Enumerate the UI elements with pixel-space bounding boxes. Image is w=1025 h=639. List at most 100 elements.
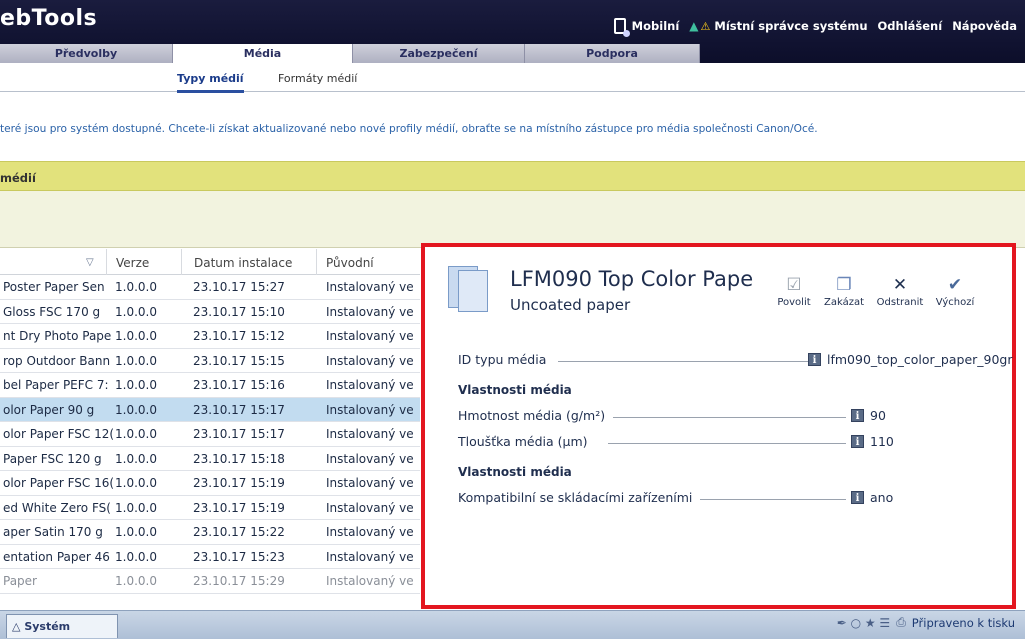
cell-origin: Instalovaný ve [326,451,414,466]
thickness-label: Tloušťka média (µm) [458,434,596,449]
cell-name: Paper [3,574,37,588]
cell-name: ed White Zero FS( [3,500,111,515]
col-divider [316,249,317,275]
sort-icon[interactable]: ▽ [86,257,94,268]
info-icon[interactable]: i [851,409,864,422]
pages-icon: ❐ [836,275,852,295]
cell-date: 23.10.17 15:29 [193,574,285,588]
top-links: Mobilní ▲ ⚠ Místní správce systému Odhlá… [604,18,1017,37]
status-icons: ✒ ○ ★ ☰ [836,615,891,630]
cell-name: nt Dry Photo Pape [3,329,112,343]
cell-origin: Instalovaný ve [326,549,414,564]
warning-icon: ⚠ [700,19,711,33]
folder-value-wrap: i ano [851,490,893,505]
cell-date: 23.10.17 15:19 [193,476,285,490]
logout-label: Odhlášení [877,19,943,33]
admin-link[interactable]: ▲ ⚠ Místní správce systému [689,19,867,33]
triangle-up-icon: △ [12,620,21,633]
cell-origin: Instalovaný ve [326,280,414,294]
mobile-link[interactable]: Mobilní [613,18,679,37]
cell-version: 1.0.0.0 [115,304,157,319]
media-title: LFM090 Top Color Pape [510,267,754,291]
table-row[interactable]: nt Dry Photo Pape 1.0.0.0 23.10.17 15:12 In… [0,324,420,349]
tab-security[interactable]: Zabezpečení [353,44,525,63]
tab-preferences[interactable]: Předvolby [0,44,173,63]
cell-version: 1.0.0.0 [115,549,157,564]
printer-status: ✒ ○ ★ ☰ ⎙ Připraveno k tisku [837,615,1015,630]
section-body [0,191,1025,248]
info-icon[interactable]: i [851,491,864,504]
media-detail-panel: LFM090 Top Color Pape Uncoated paper ☑ P… [421,243,1016,609]
cell-origin: Instalovaný ve [326,525,414,539]
folder-value: ano [870,490,894,505]
table-row[interactable]: Gloss FSC 170 g 1.0.0.0 23.10.17 15:10 Inst… [0,300,420,324]
mobile-icon [613,18,630,37]
disable-button[interactable]: ❐ Zakázat [814,273,874,308]
cell-version: 1.0.0.0 [115,329,157,343]
table-row[interactable]: Poster Paper Sen 1.0.0.0 23.10.17 15:27 Ins… [0,275,420,300]
cell-date: 23.10.17 15:12 [193,329,285,343]
table-header: ▽ Verze Datum instalace Původní [0,249,420,275]
main-tabs: Předvolby Média Zabezpečení Podpora [0,44,700,63]
status-bar: △ Systém ✒ ○ ★ ☰ ⎙ Připraveno k tisku [0,610,1025,639]
default-button[interactable]: ✔ Výchozí [925,273,985,308]
media-id-row: ID typu média i lfm090_top_color_paper_9… [458,352,1013,370]
app-brand: ebTools [0,6,98,31]
folder-label: Kompatibilní se skládacími zařízeními [458,490,701,505]
table-row[interactable]: aper Satin 170 g 1.0.0.0 23.10.17 15:22 Ins… [0,520,420,545]
printer-icon: ⎙ [896,615,906,629]
cell-date: 23.10.17 15:17 [193,402,285,417]
remove-label: Odstranit [876,297,924,308]
table-row[interactable]: entation Paper 46 1.0.0.0 23.10.17 15:23 In… [0,545,420,569]
table-row[interactable]: olor Paper FSC 12(1.0.0.0 23.10.17 15:17 I… [0,422,420,447]
table-row[interactable]: olor Paper FSC 16(1.0.0.0 23.10.17 15:19 I… [0,471,420,496]
paper-icon [448,266,492,312]
tab-media[interactable]: Média [173,44,353,63]
cell-version: 1.0.0.0 [115,500,157,515]
subtab-media-types[interactable]: Typy médií [177,72,244,93]
cell-date: 23.10.17 15:22 [193,525,285,539]
remove-button[interactable]: ✕ Odstranit [870,273,930,308]
table-row[interactable]: Paper FSC 120 g 1.0.0.0 23.10.17 15:18 Inst… [0,447,420,471]
table-row[interactable]: ed White Zero FS(1.0.0.0 23.10.17 15:19 In… [0,496,420,520]
weight-value-wrap: i 90 [851,408,886,423]
info-icon[interactable]: i [851,435,864,448]
section-properties-1: Vlastnosti média [458,383,572,397]
system-tab-label: Systém [24,620,71,633]
info-icon[interactable]: i [808,353,821,366]
header-date[interactable]: Datum instalace [194,256,292,270]
cell-date: 23.10.17 15:27 [193,280,285,294]
weight-label: Hmotnost média (g/m²) [458,408,614,423]
cell-date: 23.10.17 15:17 [193,427,285,441]
table-row[interactable]: Paper 1.0.0.0 23.10.17 15:29 Instalovaný ve [0,569,420,594]
cell-version: 1.0.0.0 [115,574,157,588]
cell-version: 1.0.0.0 [115,476,157,490]
cell-name: olor Paper FSC 12( [3,427,113,441]
default-check-icon: ✔ [947,275,963,295]
cell-name: Paper FSC 120 g [3,451,102,466]
subtab-media-formats[interactable]: Formáty médií [278,72,357,85]
help-link[interactable]: Nápověda [952,19,1017,33]
table-row[interactable]: bel Paper PEFC 7: 1.0.0.0 23.10.17 15:16 In… [0,373,420,398]
cell-date: 23.10.17 15:10 [193,304,285,319]
table-row-selected[interactable]: olor Paper 90 g 1.0.0.0 23.10.17 15:17 Inst… [0,397,420,422]
col-divider [181,249,182,275]
user-icon: ▲ [689,19,699,33]
cell-origin: Instalovaný ve [326,353,414,368]
cell-origin: Instalovaný ve [326,500,414,515]
logout-link[interactable]: Odhlášení [878,19,943,33]
section-title: médií [0,161,1025,191]
col-divider [106,249,107,275]
cell-origin: Instalovaný ve [326,574,414,588]
cell-date: 23.10.17 15:15 [193,353,285,368]
cell-version: 1.0.0.0 [115,378,157,392]
thickness-value-wrap: i 110 [851,434,894,449]
header-version[interactable]: Verze [116,256,149,270]
system-tab[interactable]: △ Systém [6,614,118,638]
header-origin[interactable]: Původní [326,256,374,270]
tab-support[interactable]: Podpora [525,44,700,63]
leader-line [608,443,846,444]
cell-version: 1.0.0.0 [115,402,157,417]
table-row[interactable]: rop Outdoor Bann 1.0.0.0 23.10.17 15:15 Ins… [0,349,420,373]
cell-origin: Instalovaný ve [326,402,414,417]
